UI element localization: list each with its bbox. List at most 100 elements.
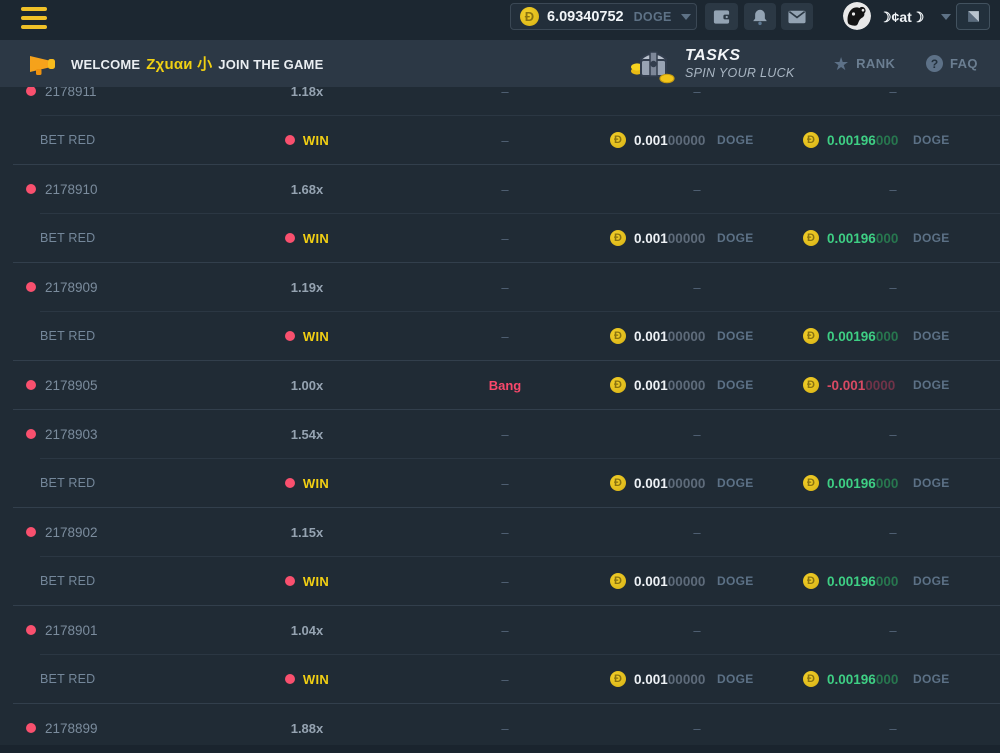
empty-cell: – bbox=[455, 312, 555, 360]
result-cell: WIN bbox=[257, 459, 357, 507]
empty-cell: – bbox=[843, 410, 943, 458]
game-row[interactable]: 2178911 1.18x ––– bbox=[0, 87, 1000, 115]
welcome-username: Ζχuαи 小 bbox=[146, 56, 212, 73]
empty-cell: – bbox=[647, 165, 747, 213]
game-id: 2178910 bbox=[45, 182, 98, 197]
bet-amount-cell: Đ 0.00100000 bbox=[610, 214, 705, 262]
table-bottom-edge bbox=[0, 745, 1000, 753]
win-label: WIN bbox=[303, 574, 329, 589]
user-chevron-down-icon bbox=[941, 14, 951, 20]
rank-link[interactable]: ★ RANK bbox=[833, 40, 895, 87]
bet-row[interactable]: BET RED WIN – Đ0.00100000 DOGE Đ0.001960… bbox=[0, 312, 1000, 360]
game-id: 2178901 bbox=[45, 623, 98, 638]
currency-label: DOGE bbox=[717, 459, 754, 507]
user-avatar[interactable] bbox=[843, 2, 871, 30]
game-id: 2178903 bbox=[45, 427, 98, 442]
chat-panel-button[interactable] bbox=[956, 3, 990, 30]
hamburger-menu-icon[interactable] bbox=[21, 7, 47, 29]
currency-label: DOGE bbox=[717, 116, 754, 164]
game-id-cell: 2178902 bbox=[26, 508, 98, 556]
multiplier-cell: 1.04x bbox=[257, 606, 357, 654]
empty-cell: – bbox=[843, 606, 943, 654]
username[interactable]: ☽¢at☽ bbox=[879, 0, 924, 34]
panel-toggle-icon bbox=[966, 9, 981, 24]
empty-cell: – bbox=[455, 410, 555, 458]
bang-row[interactable]: 2178905 1.00x Bang Đ0.00100000 DOGE Đ-0.… bbox=[0, 361, 1000, 409]
balance-selector[interactable]: Đ 6.09340752 DOGE bbox=[510, 3, 697, 30]
balance-currency: DOGE bbox=[634, 10, 672, 24]
red-dot-icon bbox=[26, 527, 36, 537]
amount: 0.00100000 bbox=[634, 378, 705, 393]
red-dot-icon bbox=[26, 282, 36, 292]
profit-cell: Đ0.00196000 bbox=[803, 214, 898, 262]
multiplier-cell: 1.19x bbox=[257, 263, 357, 311]
doge-coin-icon: Đ bbox=[610, 328, 626, 344]
welcome-message: WELCOMEΖχuαи 小JOIN THE GAME bbox=[28, 40, 323, 87]
game-id: 2178905 bbox=[45, 378, 98, 393]
doge-coin-icon: Đ bbox=[610, 377, 626, 393]
bets-table: 2178911 1.18x ––– BET RED WIN – Đ0.00100… bbox=[0, 87, 1000, 753]
profit-cell: Đ 0.00196000 bbox=[803, 459, 898, 507]
game-id-cell: 2178903 bbox=[26, 410, 98, 458]
doge-coin-icon: Đ bbox=[803, 475, 819, 491]
empty-cell: – bbox=[843, 87, 943, 115]
bet-row[interactable]: BET RED WIN – Đ0.00100000 DOGE Đ0.001960… bbox=[0, 116, 1000, 164]
game-id-cell: 2178905 bbox=[26, 361, 98, 409]
game-row[interactable]: 2178902 1.15x ––– bbox=[0, 508, 1000, 556]
game-row[interactable]: 2178910 1.68x ––– bbox=[0, 165, 1000, 213]
empty-cell: – bbox=[647, 263, 747, 311]
bet-amount-cell: Đ 0.00100000 bbox=[610, 361, 705, 409]
tasks-link[interactable]: TASKS SPIN YOUR LUCK bbox=[630, 40, 795, 87]
notifications-button[interactable] bbox=[744, 3, 776, 30]
amount: 0.00100000 bbox=[634, 231, 705, 246]
balance-amount: 6.09340752 bbox=[547, 9, 624, 25]
treasure-chest-icon bbox=[630, 44, 676, 84]
bet-amount-cell: Đ0.00100000 bbox=[610, 459, 705, 507]
empty-cell: – bbox=[455, 263, 555, 311]
wallet-button[interactable] bbox=[705, 3, 738, 30]
tasks-title: TASKS bbox=[685, 47, 795, 65]
empty-cell: – bbox=[455, 557, 555, 605]
faq-link[interactable]: ? FAQ bbox=[926, 40, 978, 87]
top-bar: Đ 6.09340752 DOGE ☽¢at☽ bbox=[0, 0, 1000, 40]
red-dot-icon bbox=[26, 380, 36, 390]
amount: 0.00196000 bbox=[827, 476, 898, 491]
result-cell: WIN bbox=[257, 214, 357, 262]
currency-label: DOGE bbox=[717, 655, 754, 703]
bet-row[interactable]: BET RED WIN – Đ0.00100000 DOGE Đ0.001960… bbox=[0, 459, 1000, 507]
bet-amount-cell: Đ0.00100000 bbox=[610, 116, 705, 164]
amount: 0.00100000 bbox=[634, 476, 705, 491]
currency-label: DOGE bbox=[913, 459, 950, 507]
red-dot-icon bbox=[26, 429, 36, 439]
result-cell: WIN bbox=[257, 116, 357, 164]
empty-cell: – bbox=[455, 165, 555, 213]
amount: 0.00100000 bbox=[634, 672, 705, 687]
bet-row[interactable]: BET RED WIN – Đ0.00100000 DOGE Đ0.001960… bbox=[0, 655, 1000, 703]
multiplier-cell: 1.18x bbox=[257, 87, 357, 115]
empty-cell: – bbox=[455, 116, 555, 164]
star-icon: ★ bbox=[833, 55, 849, 73]
game-id: 2178902 bbox=[45, 525, 98, 540]
amount: 0.00196000 bbox=[827, 329, 898, 344]
messages-button[interactable] bbox=[781, 3, 813, 30]
red-dot-icon bbox=[285, 233, 295, 243]
game-row[interactable]: 2178909 1.19x ––– bbox=[0, 263, 1000, 311]
win-label: WIN bbox=[303, 476, 329, 491]
red-dot-icon bbox=[285, 674, 295, 684]
multiplier-cell: 1.54x bbox=[257, 410, 357, 458]
doge-coin-icon: Đ bbox=[610, 132, 626, 148]
red-dot-icon bbox=[26, 184, 36, 194]
bet-row[interactable]: BET RED WIN – Đ0.00100000 DOGE Đ0.001960… bbox=[0, 557, 1000, 605]
amount: -0.0010000 bbox=[827, 378, 895, 393]
profit-cell: Đ0.00196000 bbox=[803, 655, 898, 703]
bet-row[interactable]: BET RED WIN – Đ0.00100000 DOGE Đ0.001960… bbox=[0, 214, 1000, 262]
game-row[interactable]: 2178901 1.04x ––– bbox=[0, 606, 1000, 654]
win-label: WIN bbox=[303, 329, 329, 344]
doge-coin-icon: Đ bbox=[803, 132, 819, 148]
empty-cell: – bbox=[843, 165, 943, 213]
game-row[interactable]: 2178903 1.54x ––– bbox=[0, 410, 1000, 458]
empty-cell: – bbox=[455, 655, 555, 703]
currency-label: DOGE bbox=[717, 557, 754, 605]
doge-coin-icon: Đ bbox=[610, 230, 626, 246]
empty-cell: – bbox=[647, 87, 747, 115]
